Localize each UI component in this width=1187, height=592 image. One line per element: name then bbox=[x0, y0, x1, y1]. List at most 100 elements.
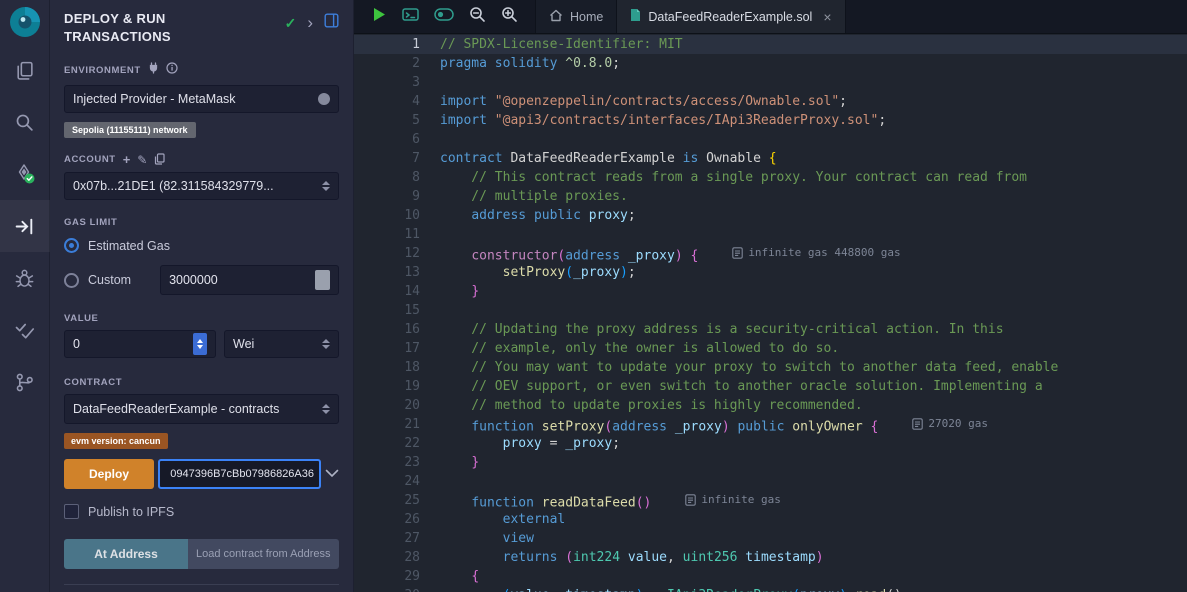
line-number[interactable]: 29 bbox=[354, 567, 440, 586]
line-number[interactable]: 10 bbox=[354, 206, 440, 225]
toggle-icon[interactable] bbox=[434, 8, 454, 26]
git-icon[interactable] bbox=[0, 356, 50, 408]
code-line[interactable]: 30 (value, timestamp) = IApi3ReaderProxy… bbox=[354, 586, 1187, 592]
deploy-button[interactable]: Deploy bbox=[64, 459, 154, 489]
code-line[interactable]: 26 external bbox=[354, 510, 1187, 529]
line-number[interactable]: 3 bbox=[354, 73, 440, 92]
code-line[interactable]: 5import "@api3/contracts/interfaces/IApi… bbox=[354, 111, 1187, 130]
custom-gas-radio[interactable] bbox=[64, 273, 79, 288]
transactions-recorded-row[interactable]: Transactions recorded › bbox=[64, 585, 339, 592]
chevron-down-icon[interactable] bbox=[325, 465, 339, 483]
zoom-in-icon[interactable] bbox=[501, 6, 518, 28]
code-line[interactable]: 7contract DataFeedReaderExample is Ownab… bbox=[354, 149, 1187, 168]
environment-select[interactable]: Injected Provider - MetaMask bbox=[64, 85, 339, 113]
custom-gas-input[interactable] bbox=[169, 273, 309, 287]
close-tab-icon[interactable]: × bbox=[823, 9, 831, 25]
line-number[interactable]: 22 bbox=[354, 434, 440, 453]
line-number[interactable]: 6 bbox=[354, 130, 440, 149]
line-number[interactable]: 23 bbox=[354, 453, 440, 472]
code-line[interactable]: 27 view bbox=[354, 529, 1187, 548]
code-line[interactable]: 16 // Updating the proxy address is a se… bbox=[354, 320, 1187, 339]
line-number[interactable]: 26 bbox=[354, 510, 440, 529]
line-number[interactable]: 8 bbox=[354, 168, 440, 187]
code-line[interactable]: 19 // OEV support, or even switch to ano… bbox=[354, 377, 1187, 396]
line-number[interactable]: 5 bbox=[354, 111, 440, 130]
chevron-right-icon[interactable]: › bbox=[307, 16, 313, 30]
value-stepper[interactable] bbox=[193, 333, 207, 355]
code-line[interactable]: 3 bbox=[354, 73, 1187, 92]
solidity-compiler-icon[interactable] bbox=[0, 148, 50, 200]
tab-home[interactable]: Home bbox=[535, 0, 617, 33]
line-number[interactable]: 21 bbox=[354, 415, 440, 434]
code-line[interactable]: 9 // multiple proxies. bbox=[354, 187, 1187, 206]
zoom-out-icon[interactable] bbox=[469, 6, 486, 28]
code-line[interactable]: 6 bbox=[354, 130, 1187, 149]
line-number[interactable]: 25 bbox=[354, 491, 440, 510]
at-address-button[interactable]: At Address bbox=[64, 539, 188, 569]
line-number[interactable]: 9 bbox=[354, 187, 440, 206]
line-number[interactable]: 27 bbox=[354, 529, 440, 548]
plug-icon[interactable] bbox=[148, 61, 159, 79]
line-number[interactable]: 28 bbox=[354, 548, 440, 567]
line-number[interactable]: 17 bbox=[354, 339, 440, 358]
line-number[interactable]: 30 bbox=[354, 586, 440, 592]
line-number[interactable]: 19 bbox=[354, 377, 440, 396]
value-unit-select[interactable]: Wei bbox=[224, 330, 339, 358]
code-line[interactable]: 17 // example, only the owner is allowed… bbox=[354, 339, 1187, 358]
account-select[interactable]: 0x07b...21DE1 (82.311584329779... bbox=[64, 172, 339, 200]
code-line[interactable]: 8 // This contract reads from a single p… bbox=[354, 168, 1187, 187]
gas-input-handle[interactable] bbox=[315, 270, 330, 290]
contract-select[interactable]: DataFeedReaderExample - contracts bbox=[64, 394, 339, 424]
line-number[interactable]: 2 bbox=[354, 54, 440, 73]
remix-logo[interactable] bbox=[0, 0, 50, 44]
code-line[interactable]: 13 setProxy(_proxy); bbox=[354, 263, 1187, 282]
estimated-gas-radio[interactable] bbox=[64, 238, 79, 253]
line-number[interactable]: 18 bbox=[354, 358, 440, 377]
line-number[interactable]: 14 bbox=[354, 282, 440, 301]
line-number[interactable]: 20 bbox=[354, 396, 440, 415]
code-line[interactable]: 2pragma solidity ^0.8.0; bbox=[354, 54, 1187, 73]
code-line[interactable]: 11 bbox=[354, 225, 1187, 244]
code-line[interactable]: 20 // method to update proxies is highly… bbox=[354, 396, 1187, 415]
code-area[interactable]: 1// SPDX-License-Identifier: MIT2pragma … bbox=[354, 34, 1187, 592]
code-line[interactable]: 1// SPDX-License-Identifier: MIT bbox=[354, 35, 1187, 54]
code-line[interactable]: 22 proxy = _proxy; bbox=[354, 434, 1187, 453]
code-line[interactable]: 23 } bbox=[354, 453, 1187, 472]
line-number[interactable]: 24 bbox=[354, 472, 440, 491]
code-line[interactable]: 25 function readDataFeed()infinite gas bbox=[354, 491, 1187, 510]
debugger-icon[interactable] bbox=[0, 252, 50, 304]
info-icon[interactable] bbox=[166, 61, 178, 79]
code-line[interactable]: 4import "@openzeppelin/contracts/access/… bbox=[354, 92, 1187, 111]
code-line[interactable]: 15 bbox=[354, 301, 1187, 320]
line-number[interactable]: 12 bbox=[354, 244, 440, 263]
code-line[interactable]: 21 function setProxy(address _proxy) pub… bbox=[354, 415, 1187, 434]
unit-testing-icon[interactable] bbox=[0, 304, 50, 356]
line-number[interactable]: 1 bbox=[354, 35, 440, 54]
code-line[interactable]: 14 } bbox=[354, 282, 1187, 301]
copy-account-icon[interactable] bbox=[154, 153, 165, 166]
line-number[interactable]: 13 bbox=[354, 263, 440, 282]
code-line[interactable]: 29 { bbox=[354, 567, 1187, 586]
code-line[interactable]: 12 constructor(address _proxy) {infinite… bbox=[354, 244, 1187, 263]
add-account-icon[interactable]: + bbox=[123, 155, 131, 165]
line-number[interactable]: 11 bbox=[354, 225, 440, 244]
code-line[interactable]: 18 // You may want to update your proxy … bbox=[354, 358, 1187, 377]
at-address-input[interactable] bbox=[196, 548, 331, 560]
publish-ipfs-checkbox[interactable] bbox=[64, 504, 79, 519]
terminal-icon[interactable] bbox=[402, 7, 419, 27]
code-line[interactable]: 10 address public proxy; bbox=[354, 206, 1187, 225]
line-number[interactable]: 7 bbox=[354, 149, 440, 168]
deploy-run-icon[interactable] bbox=[0, 200, 50, 252]
search-icon[interactable] bbox=[0, 96, 50, 148]
line-number[interactable]: 15 bbox=[354, 301, 440, 320]
edit-account-icon[interactable]: ✎ bbox=[137, 155, 147, 165]
pin-panel-icon[interactable] bbox=[324, 13, 339, 33]
deploy-arg-input[interactable] bbox=[165, 468, 314, 480]
line-number[interactable]: 16 bbox=[354, 320, 440, 339]
line-number[interactable]: 4 bbox=[354, 92, 440, 111]
value-input[interactable] bbox=[73, 337, 193, 351]
code-line[interactable]: 28 returns (int224 value, uint256 timest… bbox=[354, 548, 1187, 567]
run-script-icon[interactable] bbox=[371, 6, 387, 28]
tab-datafeedreaderexample[interactable]: DataFeedReaderExample.sol × bbox=[617, 0, 845, 33]
file-explorer-icon[interactable] bbox=[0, 44, 50, 96]
